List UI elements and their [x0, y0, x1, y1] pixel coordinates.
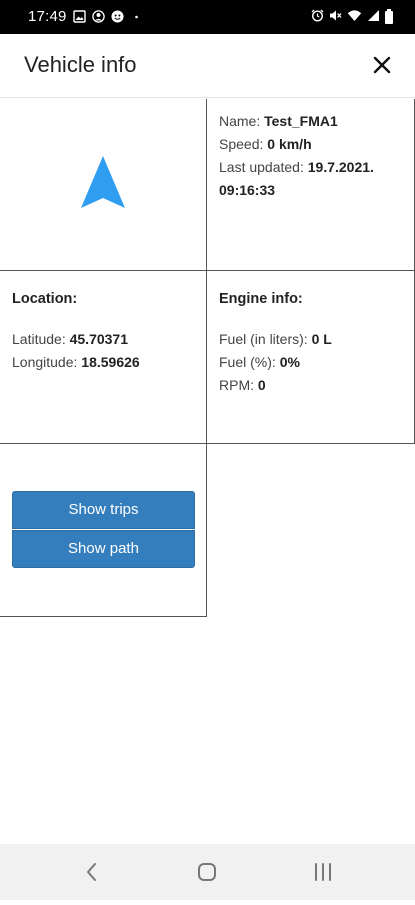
- mute-icon: [329, 9, 342, 25]
- longitude-value: 18.59626: [81, 354, 140, 370]
- close-button[interactable]: [369, 52, 395, 78]
- heading-cell: [0, 99, 207, 271]
- dot-icon: [130, 10, 143, 23]
- face-icon: [111, 10, 124, 23]
- longitude-row: Longitude: 18.59626: [12, 351, 206, 374]
- modal-header: Vehicle info: [0, 34, 415, 98]
- location-cell: Location: Latitude: 45.70371 Longitude: …: [0, 271, 207, 444]
- engine-info-cell: Engine info: Fuel (in liters): 0 L Fuel …: [207, 271, 415, 444]
- vehicle-name-label: Name:: [219, 113, 265, 129]
- show-path-button[interactable]: Show path: [12, 530, 195, 568]
- modal-title: Vehicle info: [24, 52, 137, 77]
- alarm-icon: [311, 9, 324, 25]
- navigation-arrow-icon: [81, 156, 125, 208]
- location-heading: Location:: [12, 291, 78, 307]
- close-icon: [373, 56, 391, 74]
- status-bar-left: 17:49: [28, 8, 143, 25]
- latitude-value: 45.70371: [69, 331, 129, 347]
- vehicle-speed-label: Speed:: [219, 136, 268, 152]
- signal-icon: [367, 9, 380, 25]
- recents-icon: [315, 863, 331, 881]
- fuel-percent-value: 0%: [279, 354, 300, 370]
- last-updated-time: 09:16:33: [219, 182, 276, 198]
- vehicle-speed-value: 0 km/h: [267, 136, 312, 152]
- longitude-label: Longitude:: [12, 354, 82, 370]
- rpm-label: RPM:: [219, 377, 258, 393]
- fuel-liters-value: 0 L: [311, 331, 332, 347]
- account-icon: [91, 10, 105, 23]
- fuel-percent-label: Fuel (%):: [219, 354, 280, 370]
- rpm-row: RPM: 0: [219, 374, 414, 397]
- battery-icon: [385, 8, 393, 24]
- last-updated-label: Last updated:: [219, 159, 308, 175]
- vehicle-speed-row: Speed: 0 km/h: [219, 133, 414, 156]
- fuel-percent-row: Fuel (%): 0%: [219, 351, 414, 374]
- vehicle-name-row: Name: Test_FMA1: [219, 110, 414, 133]
- fuel-liters-label: Fuel (in liters):: [219, 331, 312, 347]
- status-bar-right: [311, 8, 393, 25]
- system-nav-bar: [0, 844, 415, 900]
- fuel-liters-row: Fuel (in liters): 0 L: [219, 328, 414, 351]
- back-icon: [87, 863, 96, 881]
- show-trips-button[interactable]: Show trips: [12, 491, 195, 529]
- latitude-label: Latitude:: [12, 331, 70, 347]
- home-button[interactable]: [172, 844, 242, 900]
- recents-button[interactable]: [288, 844, 358, 900]
- latitude-row: Latitude: 45.70371: [12, 328, 206, 351]
- last-updated-date: 19.7.2021.: [307, 159, 374, 175]
- back-button[interactable]: [57, 844, 127, 900]
- actions-cell: Show trips Show path: [0, 444, 207, 617]
- last-updated-row: Last updated: 19.7.2021.: [219, 156, 414, 179]
- image-icon: [72, 10, 86, 23]
- vehicle-summary-cell: Name: Test_FMA1 Speed: 0 km/h Last updat…: [207, 99, 415, 271]
- status-time: 17:49: [28, 8, 67, 25]
- rpm-value: 0: [257, 377, 266, 393]
- engine-info-heading: Engine info:: [219, 291, 303, 307]
- home-icon: [198, 863, 216, 881]
- status-bar: 17:49: [0, 0, 415, 34]
- last-updated-time-row: 09:16:33: [219, 179, 414, 202]
- vehicle-name-value: Test_FMA1: [264, 113, 338, 129]
- wifi-icon: [347, 9, 362, 25]
